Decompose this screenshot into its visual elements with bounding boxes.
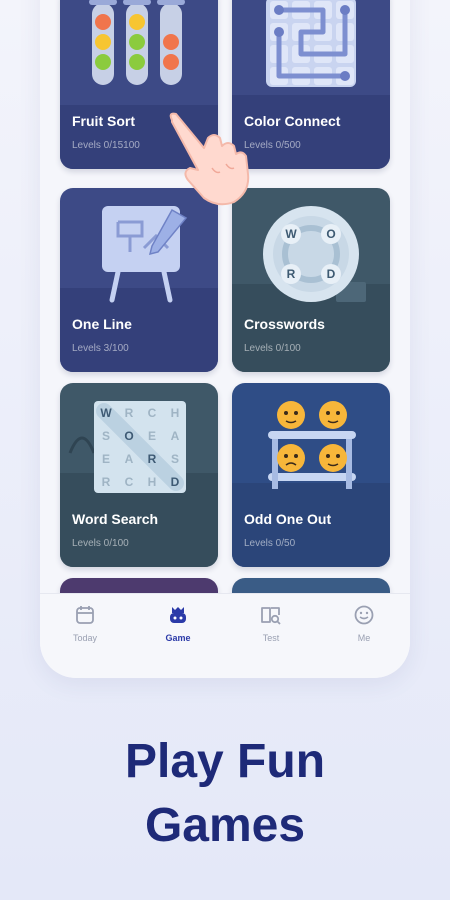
game-levels: Levels 0/15100 [72, 140, 140, 151]
crossword-letter: D [327, 267, 336, 281]
wordsearch-letter: S [171, 452, 179, 466]
wordsearch-letter: A [171, 429, 180, 443]
game-card-one-line[interactable]: One Line Levels 3/100 [60, 188, 218, 372]
game-card-partial-left[interactable] [60, 578, 218, 593]
wordsearch-letter: A [125, 452, 134, 466]
wordsearch-letter: E [102, 452, 110, 466]
wordsearch-letter: O [124, 429, 133, 443]
wordsearch-letter: C [148, 406, 157, 420]
tab-me[interactable]: Me [329, 604, 399, 643]
tab-test[interactable]: Test [236, 604, 306, 643]
game-title: One Line [72, 316, 132, 332]
headline-line-2: Games [144, 799, 306, 852]
game-grid: Fruit Sort Levels 0/15100 Color Connect … [40, 0, 410, 593]
wordsearch-letter: C [125, 475, 134, 489]
game-title: Odd One Out [244, 511, 332, 527]
bottom-tab-bar: Today Game Test Me [40, 593, 410, 678]
wordsearch-letter: R [125, 406, 134, 420]
wordsearch-letter: W [100, 406, 112, 420]
game-card-odd-one-out[interactable]: Odd One Out Levels 0/50 [232, 383, 390, 567]
crossword-letter: O [326, 227, 335, 241]
tab-today[interactable]: Today [50, 604, 120, 643]
tab-label: Test [262, 633, 280, 643]
game-card-word-search[interactable]: W R C H S O E A E A R S R C H D Word Sea… [60, 383, 218, 567]
phone-frame: Fruit Sort Levels 0/15100 Color Connect … [40, 0, 410, 678]
book-search-icon [261, 607, 281, 625]
tab-label: Game [165, 633, 191, 643]
game-levels: Levels 3/100 [72, 343, 129, 354]
tab-label: Me [357, 633, 371, 643]
game-title: Fruit Sort [72, 113, 135, 129]
game-card-partial-right[interactable] [232, 578, 390, 593]
wordsearch-letter: R [148, 452, 157, 466]
game-levels: Levels 0/100 [72, 538, 129, 549]
tab-game[interactable]: Game [143, 604, 213, 643]
wordsearch-letter: S [102, 429, 110, 443]
game-title: Word Search [72, 511, 159, 527]
wordsearch-letter: E [148, 429, 156, 443]
gamepad-icon [170, 607, 186, 623]
calendar-icon [76, 606, 94, 624]
headline-line-1: Play Fun [124, 735, 326, 788]
tab-label: Today [72, 633, 98, 643]
smiley-icon [354, 605, 374, 625]
crossword-letter: R [287, 267, 296, 281]
game-levels: Levels 0/100 [244, 343, 301, 354]
wordsearch-letter: H [171, 406, 180, 420]
crossword-letter: W [285, 227, 297, 241]
game-title: Crosswords [244, 316, 325, 332]
pointing-hand-icon [169, 112, 250, 206]
game-card-crosswords[interactable]: W O R D Crosswords Levels 0/100 [232, 188, 390, 372]
wordsearch-letter: R [102, 475, 111, 489]
game-levels: Levels 0/50 [244, 538, 296, 549]
wordsearch-letter: D [171, 475, 180, 489]
wordsearch-letter: H [148, 475, 157, 489]
